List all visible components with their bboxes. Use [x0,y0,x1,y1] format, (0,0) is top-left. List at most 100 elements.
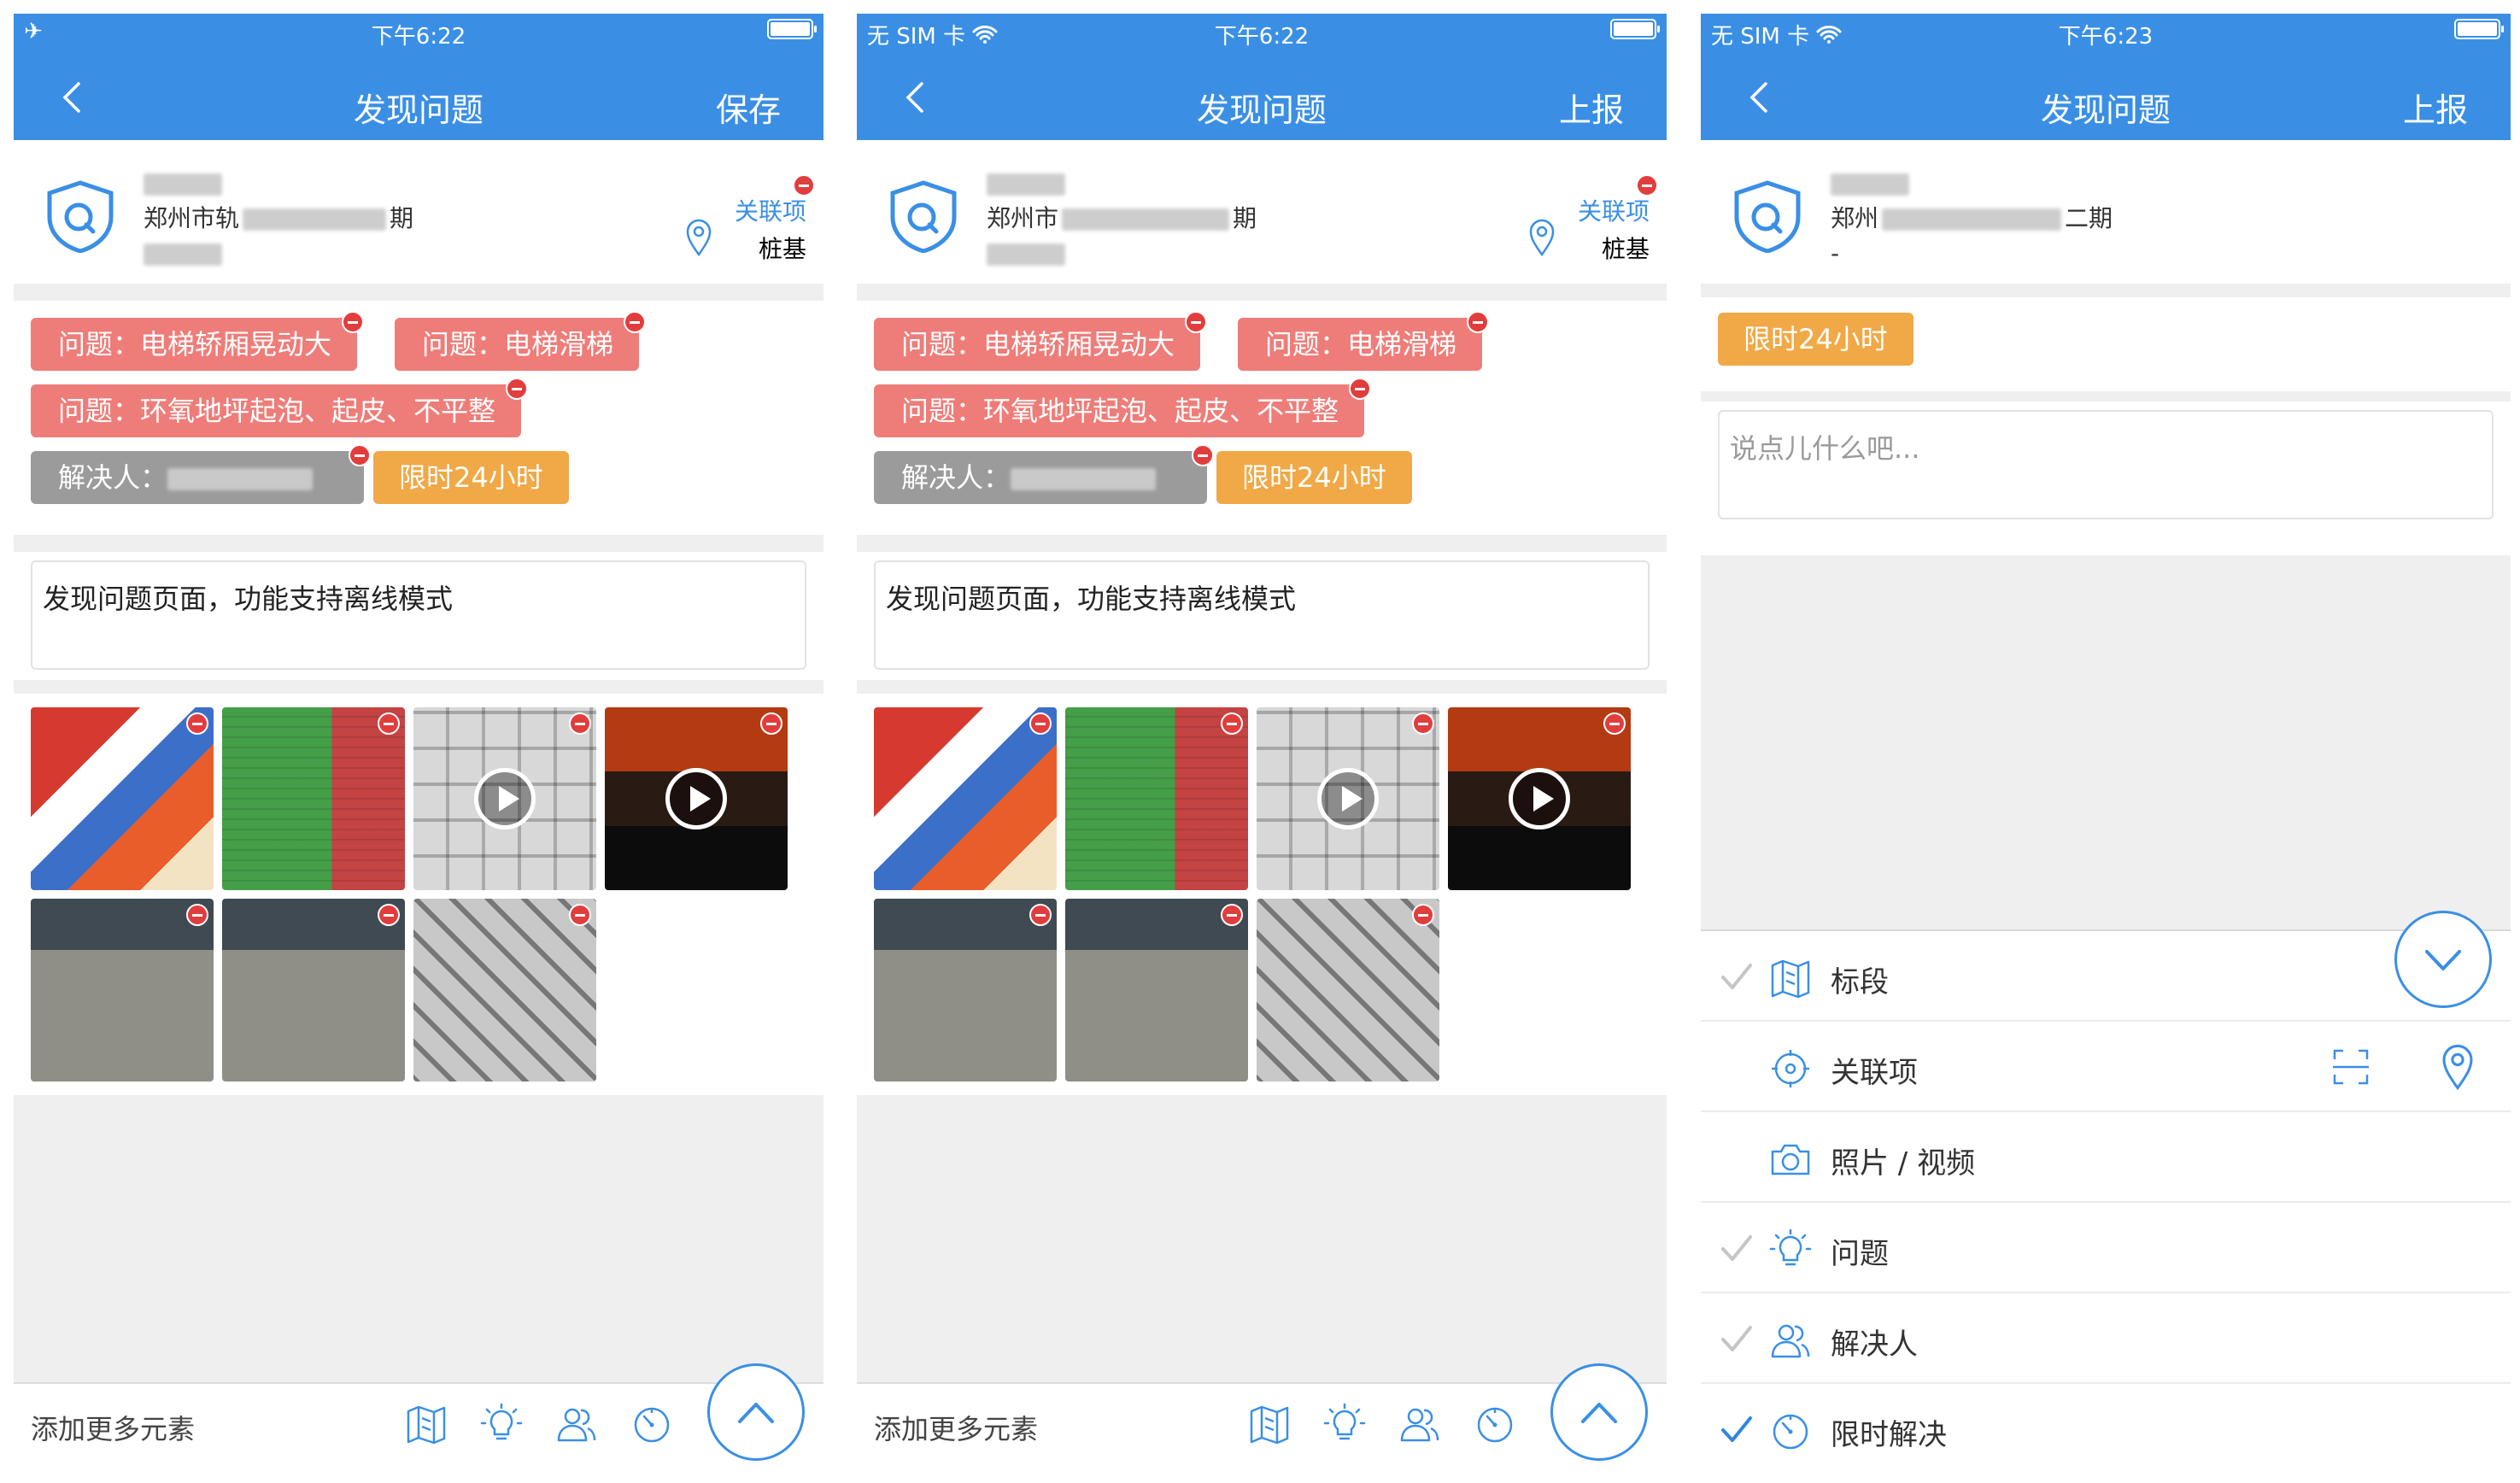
remove-tag-icon[interactable] [1349,378,1372,400]
linked-item-label[interactable]: 关联项 [735,193,806,231]
remove-media-icon[interactable] [1412,904,1434,926]
problem-tag[interactable]: 问题：电梯滑梯 [395,311,647,371]
photo-thumbnail[interactable] [874,707,1057,890]
photo-thumbnail[interactable] [222,899,405,1081]
bulb-icon[interactable] [1323,1403,1366,1445]
remove-media-icon[interactable] [1221,904,1243,926]
problem-tag[interactable]: 问题：环氧地坪起泡、起皮、不平整 [874,378,1372,437]
divider [857,535,1667,552]
video-thumbnail[interactable] [413,707,596,890]
note-input[interactable]: 说点儿什么吧... [1718,410,2494,519]
photo-thumbnail[interactable] [31,899,214,1081]
remove-tag-icon[interactable] [506,378,529,400]
linked-item-label[interactable]: 关联项 [1578,193,1650,231]
remove-tag-icon[interactable] [1192,444,1214,466]
problem-tag[interactable]: 问题：电梯轿厢晃动大 [31,311,365,371]
remove-media-icon[interactable] [1412,712,1434,735]
remove-media-icon[interactable] [186,904,208,926]
photo-thumbnail[interactable] [31,707,214,890]
remove-media-icon[interactable] [760,712,782,735]
location-pin-icon[interactable] [1528,219,1556,256]
remove-tag-icon[interactable] [349,444,371,466]
photo-thumbnail[interactable] [413,899,596,1081]
status-right-icons [767,19,817,39]
element-row-section[interactable]: 标段 [1701,931,2511,1022]
remove-media-icon[interactable] [378,904,400,926]
expand-elements-button[interactable] [707,1363,805,1461]
remove-media-icon[interactable] [1029,712,1052,735]
divider [14,284,823,301]
play-icon[interactable] [1317,768,1379,829]
video-thumbnail[interactable] [605,707,788,890]
photo-thumbnail[interactable] [1257,899,1439,1081]
time-limit-tag[interactable]: 限时24小时 [1718,313,1913,366]
photo-thumbnail[interactable] [1065,899,1248,1081]
screenshot-canvas: ✈ 下午6:22 发现问题 保存 郑州市轨期 关联项 桩基 问题：电梯轿厢晃动大… [0,0,2520,1483]
element-row-time-limit[interactable]: 限时解决 [1701,1384,2511,1461]
remove-link-icon[interactable] [793,174,815,196]
remove-media-icon[interactable] [1221,712,1243,735]
note-input[interactable]: 发现问题页面，功能支持离线模式 [874,560,1650,670]
project-info: 郑州市轨期 关联项 桩基 [14,140,823,284]
time-limit-tag[interactable]: 限时24小时 [373,451,569,504]
remove-tag-icon[interactable] [1467,311,1490,333]
element-row-linked-item[interactable]: 关联项 [1701,1022,2511,1112]
collapse-elements-button[interactable] [2394,911,2492,1008]
scan-icon[interactable] [2330,1046,2372,1088]
linked-item[interactable]: 关联项 桩基 [1578,193,1650,268]
remove-tag-icon[interactable] [624,311,647,333]
timer-icon[interactable] [1474,1403,1516,1445]
page-title: 发现问题 [1196,91,1327,129]
time-limit-tag[interactable]: 限时24小时 [1216,451,1412,504]
people-icon[interactable] [1398,1403,1441,1445]
linked-item[interactable]: 关联项 桩基 [735,193,806,268]
element-row-problem[interactable]: 问题 [1701,1203,2511,1293]
media-grid [857,694,1667,1095]
video-thumbnail[interactable] [1257,707,1439,890]
remove-tag-icon[interactable] [342,311,365,333]
people-icon[interactable] [555,1403,598,1445]
project-section [987,236,1257,271]
submit-button[interactable]: 上报 [2403,84,2468,131]
remove-media-icon[interactable] [1603,712,1626,735]
photo-thumbnail[interactable] [1065,707,1248,890]
play-icon[interactable] [665,768,727,829]
crosshair-icon [1769,1047,1812,1090]
add-more-elements-label: 添加更多元素 [31,1413,196,1445]
problem-tag[interactable]: 问题：电梯滑梯 [1238,311,1490,371]
play-icon[interactable] [474,768,536,829]
photo-thumbnail[interactable] [874,899,1057,1081]
element-label: 限时解决 [1831,1418,1947,1452]
location-pin-icon[interactable] [685,219,712,256]
problem-tag[interactable]: 问题：电梯轿厢晃动大 [874,311,1208,371]
bulb-icon[interactable] [480,1403,523,1445]
status-time: 下午6:22 [371,24,466,50]
video-thumbnail[interactable] [1448,707,1631,890]
status-right-icons [1610,19,1660,39]
save-button[interactable]: 保存 [716,84,781,131]
play-icon[interactable] [1509,768,1570,829]
resolver-tag[interactable]: 解决人： [874,444,1214,504]
remove-media-icon[interactable] [569,712,591,735]
phone-screen-3: 无 SIM 卡 下午6:23 发现问题 上报 郑州 二期 - 限时24小时 说点… [1701,14,2511,1461]
photo-thumbnail[interactable] [222,707,405,890]
submit-button[interactable]: 上报 [1559,84,1624,131]
remove-media-icon[interactable] [186,712,208,735]
remove-media-icon[interactable] [569,904,591,926]
remove-tag-icon[interactable] [1185,311,1208,333]
map-icon[interactable] [1248,1403,1291,1445]
timer-icon[interactable] [630,1403,673,1445]
remove-media-icon[interactable] [378,712,400,735]
problem-tag[interactable]: 问题：环氧地坪起泡、起皮、不平整 [31,378,529,437]
element-row-resolver[interactable]: 解决人 [1701,1293,2511,1384]
expand-elements-button[interactable] [1550,1363,1648,1461]
remove-link-icon[interactable] [1636,174,1658,196]
resolver-tag[interactable]: 解决人： [31,444,371,504]
map-icon[interactable] [405,1403,448,1445]
note-input[interactable]: 发现问题页面，功能支持离线模式 [31,560,806,670]
remove-media-icon[interactable] [1029,904,1052,926]
tag-area: 问题：电梯轿厢晃动大 问题：电梯滑梯 问题：环氧地坪起泡、起皮、不平整 解决人：… [14,301,823,535]
location-pin-icon[interactable] [2441,1044,2475,1090]
battery-icon [767,19,817,39]
element-row-media[interactable]: 照片 / 视频 [1701,1112,2511,1203]
